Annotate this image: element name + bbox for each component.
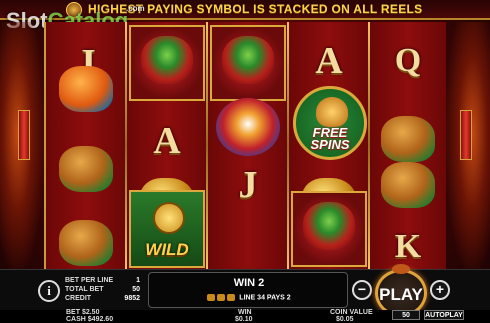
spins-label: SPINS bbox=[310, 137, 350, 152]
autoplay-count[interactable]: 50 bbox=[392, 310, 420, 320]
reel-1: J bbox=[46, 22, 126, 269]
credit-label: CREDIT bbox=[65, 295, 92, 302]
free-spins-symbol: FREE SPINS bbox=[293, 86, 367, 160]
win-title: WIN 2 bbox=[233, 277, 265, 289]
total-bet-value: 50 bbox=[132, 286, 140, 293]
letter-a: A bbox=[153, 120, 181, 162]
turtle-jade-icon bbox=[59, 220, 113, 266]
toad-mini-icon bbox=[217, 294, 226, 301]
dragon-symbol bbox=[129, 24, 205, 102]
tiger-jade-icon bbox=[59, 146, 113, 192]
left-dragon-pillar bbox=[0, 22, 44, 270]
letter-a: A bbox=[315, 40, 343, 82]
reel-4: A FREE SPINS bbox=[289, 22, 369, 269]
letter-q: Q bbox=[394, 42, 422, 79]
pillar-icon bbox=[18, 110, 30, 160]
bet-per-line-value: 1 bbox=[136, 277, 140, 284]
win-display: WIN 2 LINE 34 PAYS 2 bbox=[148, 272, 348, 308]
coin-value-label: COIN VALUE bbox=[330, 309, 373, 316]
symbol-q: Q bbox=[370, 22, 446, 100]
letter-k: K bbox=[394, 228, 422, 265]
right-dragon-pillar bbox=[446, 22, 490, 270]
autoplay-button[interactable]: AUTOPLAY bbox=[424, 310, 464, 320]
pillar-icon bbox=[460, 110, 472, 160]
dragon-frame bbox=[291, 191, 367, 267]
buddha-icon bbox=[316, 97, 348, 127]
koi-fish-icon bbox=[48, 50, 124, 128]
total-bet-label: TOTAL BET bbox=[65, 286, 104, 293]
dragon-symbol bbox=[291, 190, 367, 268]
reel-area: J A WILD J A FREE SPINS Q K bbox=[44, 22, 446, 269]
dragon-icon bbox=[303, 202, 355, 250]
toad-mini-icon bbox=[207, 294, 216, 301]
win-line-info: LINE 34 PAYS 2 bbox=[149, 294, 349, 301]
dragon-icon bbox=[141, 36, 193, 84]
bet-minus-button[interactable]: − bbox=[352, 280, 372, 300]
footer-win-value: $0.10 bbox=[235, 316, 253, 323]
footer-bet: BET $2.50 bbox=[66, 309, 100, 316]
wild-symbol: WILD bbox=[129, 190, 205, 268]
toad-mini-icon bbox=[227, 294, 236, 301]
reel-2: A WILD bbox=[127, 22, 207, 269]
play-label: PLAY bbox=[379, 285, 423, 304]
letter-j: J bbox=[238, 164, 258, 206]
logo-suffix: .com bbox=[126, 4, 145, 13]
win-line-text: LINE 34 PAYS 2 bbox=[239, 294, 291, 302]
koi-fish-icon bbox=[59, 66, 113, 112]
info-button[interactable]: i bbox=[38, 280, 60, 302]
tiger-jade-icon bbox=[48, 130, 124, 208]
turtle-jade-icon bbox=[381, 162, 435, 208]
reel-3: J bbox=[208, 22, 288, 269]
slot-game: HIGHEST PAYING SYMBOL IS STACKED ON ALL … bbox=[0, 0, 490, 323]
dragon-icon bbox=[222, 36, 274, 84]
coin-value: $0.05 bbox=[336, 316, 354, 323]
wild-label: WILD bbox=[145, 240, 189, 259]
footer-cash: CASH $492.60 bbox=[66, 316, 114, 323]
symbol-j: J bbox=[210, 146, 286, 224]
footer-win-label: WIN bbox=[238, 309, 252, 316]
coin-icon bbox=[153, 202, 185, 234]
reel-5: Q K bbox=[370, 22, 446, 269]
dragon-frame bbox=[129, 25, 205, 101]
credit-value: 9852 bbox=[124, 295, 140, 302]
coin-top-icon bbox=[392, 264, 410, 274]
bet-plus-button[interactable]: + bbox=[430, 280, 450, 300]
